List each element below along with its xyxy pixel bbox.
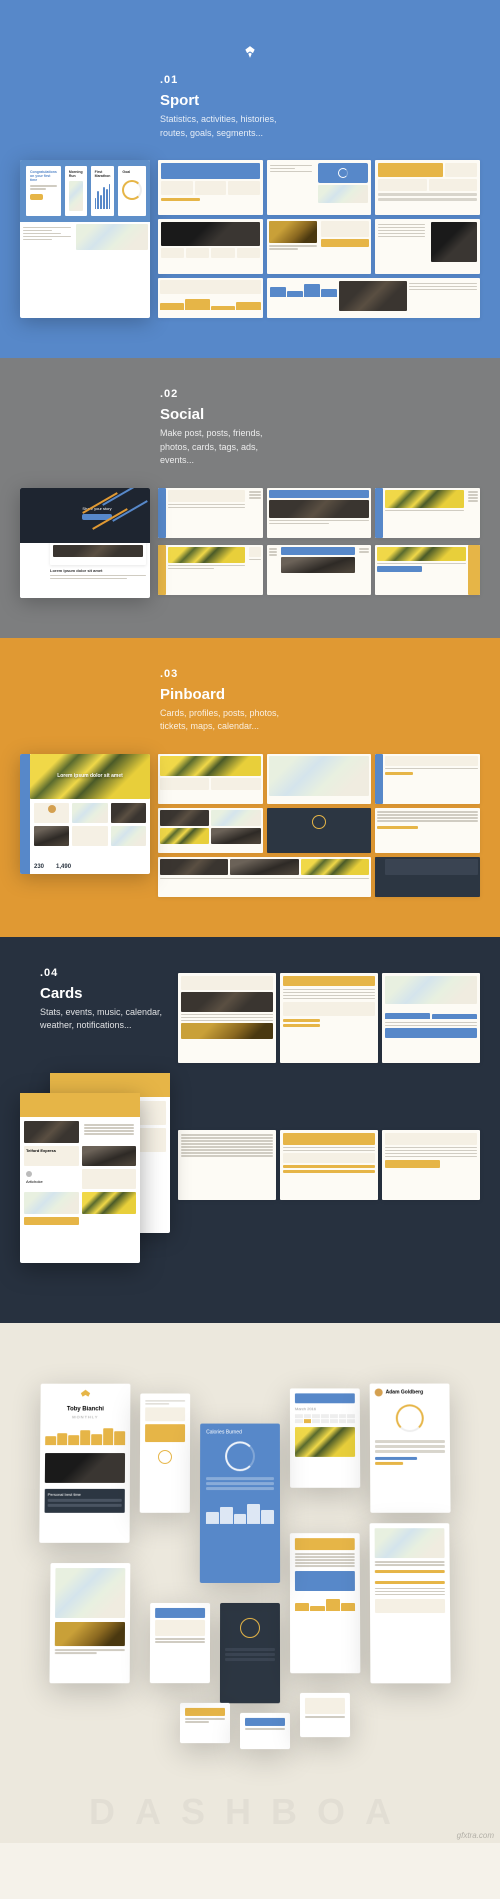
iso-card: March 2016: [290, 1388, 360, 1487]
sport-card: Congratulations on your first time: [26, 166, 61, 216]
sport-feature-mockup: Congratulations on your first time Morni…: [20, 160, 150, 318]
iso-card: Adam Goldberg: [370, 1383, 451, 1512]
sidebar: [20, 754, 30, 874]
thumb: [375, 160, 480, 215]
iso-card: [49, 1563, 130, 1683]
thumb: [375, 488, 480, 538]
iso-card: Toby Bianchi MONTHLY Personal best time: [39, 1383, 130, 1542]
iso-card: [240, 1712, 290, 1748]
section-pinboard: .03 Pinboard Cards, profiles, posts, pho…: [0, 638, 500, 937]
section-header: .03 Pinboard Cards, profiles, posts, pho…: [160, 668, 480, 734]
section-sport: .01 Sport Statistics, activities, histor…: [0, 0, 500, 358]
thumb: [267, 219, 372, 274]
thumb: [158, 488, 263, 538]
iso-card: Calories Burned: [200, 1423, 280, 1582]
section-number: .03: [160, 668, 480, 680]
thumb: [158, 160, 263, 215]
section-number: .02: [160, 388, 480, 400]
iso-card: [180, 1702, 230, 1742]
section-header: .01 Sport Statistics, activities, histor…: [160, 74, 480, 140]
thumb: [267, 278, 480, 318]
iso-card: [370, 1523, 451, 1683]
thumb: [280, 1130, 378, 1200]
thumb: [178, 1130, 276, 1200]
thumb: [375, 808, 480, 853]
iso-card: [140, 1393, 190, 1512]
section-title: Social: [160, 406, 480, 423]
thumb: [267, 754, 372, 804]
section-desc: Statistics, activities, histories, route…: [160, 113, 290, 140]
thumb: [158, 219, 263, 274]
sport-card: Morning Run: [65, 166, 87, 216]
thumb: [375, 754, 480, 804]
section-title: Pinboard: [160, 686, 480, 703]
section-desc: Make post, posts, friends, photos, cards…: [160, 427, 290, 468]
thumb: [158, 278, 263, 318]
pinboard-feature-mockup: Lorem ipsum dolor sit amet 230 1,490: [20, 754, 150, 874]
thumb: [375, 545, 480, 595]
thumb: [382, 973, 480, 1063]
thumb: [158, 857, 371, 897]
mockup-area: Congratulations on your first time Morni…: [20, 160, 480, 318]
pin-stats: 230 1,490: [34, 864, 71, 870]
iso-card: [220, 1602, 280, 1702]
thumb: [158, 545, 263, 595]
thumb: [382, 1130, 480, 1200]
thumb: [267, 545, 372, 595]
cards-feature-mockup: Telford Express Artichoke: [20, 1083, 170, 1263]
social-feature-mockup: Share your story Lorem ipsum dolor sit a…: [20, 488, 150, 598]
brand-logo-icon: [243, 45, 257, 59]
thumb: [267, 488, 372, 538]
section-title: Sport: [160, 92, 480, 109]
thumb: [267, 160, 372, 215]
section-cards: .04 Cards Stats, events, music, calendar…: [0, 937, 500, 1323]
thumb: [375, 857, 480, 897]
iso-card: [300, 1692, 350, 1736]
site-watermark: gfxtra.com: [457, 1831, 494, 1840]
thumb: [178, 973, 276, 1063]
logo-row: [20, 30, 480, 74]
section-collage: Toby Bianchi MONTHLY Personal best time …: [0, 1323, 500, 1843]
section-desc: Stats, events, music, calendar, weather,…: [40, 1006, 170, 1033]
sport-card: First Marathon: [91, 166, 115, 216]
sport-card: Goal: [118, 166, 146, 216]
watermark-text: DASHBOA: [0, 1791, 500, 1833]
mockup-area: Share your story Lorem ipsum dolor sit a…: [20, 488, 480, 598]
section-social: .02 Social Make post, posts, friends, ph…: [0, 358, 500, 638]
thumb: [280, 973, 378, 1063]
iso-card: [290, 1533, 360, 1673]
thumb: [375, 219, 480, 274]
mockup-area: Lorem ipsum dolor sit amet 230 1,490: [20, 754, 480, 897]
section-desc: Cards, profiles, posts, photos, tickets,…: [160, 707, 290, 734]
thumb: [267, 808, 372, 853]
thumb: [158, 808, 263, 853]
thumb: [158, 754, 263, 804]
section-header: .02 Social Make post, posts, friends, ph…: [160, 388, 480, 468]
mockup-area: Telford Express Artichoke: [20, 1053, 480, 1263]
iso-card: [150, 1602, 210, 1682]
iso-collage: Toby Bianchi MONTHLY Personal best time …: [20, 1383, 480, 1763]
section-number: .01: [160, 74, 480, 86]
